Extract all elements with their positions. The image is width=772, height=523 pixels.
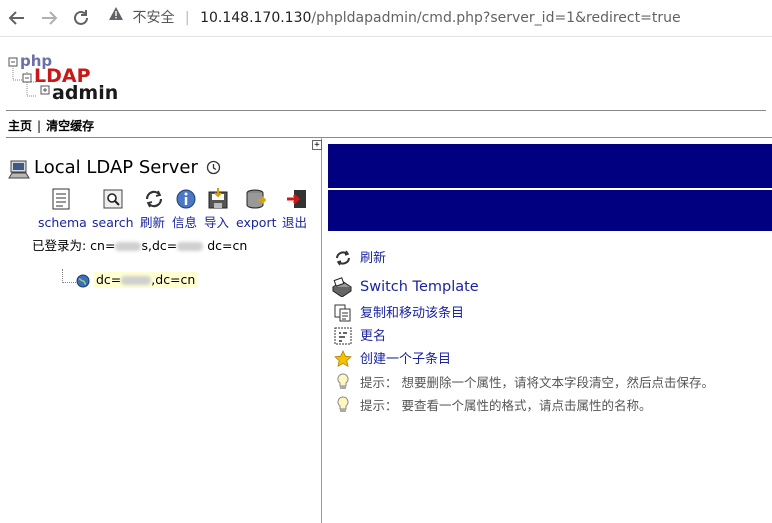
server-name: Local LDAP Server [34,157,198,178]
hint-attribute-format-label: 提示： 要查看一个属性的格式，请点击属性的名称。 [360,398,652,413]
tree-connector [62,269,76,283]
warning-icon [108,6,124,30]
svg-text:admin: admin [52,82,118,104]
url-separator: | [184,10,190,26]
clock-icon[interactable] [206,160,221,175]
action-rename-label: 更名 [360,329,387,344]
redacted-text [177,242,204,251]
toolbar-logout[interactable]: 退出 [282,188,312,232]
logout-icon [286,188,308,210]
toolbar-export[interactable]: export [236,188,278,232]
tree-item-label[interactable]: dc= ,dc=cn [94,272,198,288]
entry-subtitle-bar [328,190,772,231]
forward-arrow-icon[interactable] [38,7,60,29]
redacted-text [115,242,142,251]
action-create-child-label: 创建一个子条目 [360,352,452,367]
url-field[interactable]: 不安全 | 10.148.170.130/phpldapadmin/cmd.ph… [108,6,681,30]
redacted-text [121,276,152,285]
toolbar-export-label: export [236,215,277,230]
action-copy-move-label: 复制和移动该条目 [360,306,465,321]
header-divider-top [6,110,766,112]
expand-panel-button[interactable]: + [312,140,322,150]
import-icon [207,188,229,210]
toolbar-schema[interactable]: schema [36,188,87,232]
menu-separator: | [37,119,42,133]
top-menu: 主页 | 清空缓存 [8,117,94,134]
toolbar-import[interactable]: 导入 [204,188,232,232]
star-icon [334,350,352,368]
toolbar-refresh[interactable]: 刷新 [140,188,168,232]
lightbulb-icon [334,396,352,414]
switch-template-icon [331,277,353,298]
refresh-icon [334,249,352,267]
logged-in-mid1: s,dc= [141,238,178,253]
url-path: /phpldapadmin/cmd.php?server_id=1&redire… [311,10,681,26]
copy-move-icon [334,304,352,322]
entry-detail-panel: 刷新 Switch Template 复制和移动该条目 更名 创建一个子条目 提… [328,144,772,523]
toolbar-info[interactable]: 信息 [172,188,200,232]
logged-in-as: 已登录为: cn= s,dc= dc=cn [32,235,247,254]
toolbar-search[interactable]: search [92,188,134,232]
schema-icon [50,188,72,210]
reload-icon[interactable] [70,7,92,29]
tree-item-prefix: dc= [96,272,122,287]
home-link[interactable]: 主页 [8,119,32,133]
back-arrow-icon[interactable] [6,7,28,29]
server-computer-icon [8,158,30,180]
action-switch-template-label: Switch Template [360,279,479,295]
toolbar-refresh-label: 刷新 [140,215,166,230]
logged-in-prefix: 已登录为: cn= [32,238,116,253]
action-refresh-label: 刷新 [360,251,387,266]
globe-icon [76,273,90,288]
clear-cache-link[interactable]: 清空缓存 [46,119,94,133]
phpldapadmin-logo[interactable]: php LDAP admin [8,52,118,104]
refresh-icon [143,188,165,210]
export-icon [244,188,267,210]
server-tree-panel: + Local LDAP Server schema search 刷新 信息 … [6,138,322,523]
tree-item-suffix: ,dc=cn [151,272,196,287]
toolbar-search-label: search [92,215,134,230]
toolbar-info-label: 信息 [172,215,198,230]
insecure-label: 不安全 [132,10,175,26]
toolbar-import-label: 导入 [204,215,230,230]
lightbulb-icon [334,373,352,391]
toolbar-logout-label: 退出 [282,215,308,230]
info-icon [175,188,197,210]
hint-delete-attribute-label: 提示： 想要删除一个属性，请将文本字段清空，然后点击保存。 [360,375,714,390]
logged-in-mid2: dc=cn [207,238,248,253]
toolbar-schema-label: schema [38,215,87,230]
url-host: 10.148.170.130 [200,10,312,26]
rename-icon [334,327,352,345]
entry-title-bar [328,144,772,188]
search-icon [102,188,124,210]
browser-address-bar: 不安全 | 10.148.170.130/phpldapadmin/cmd.ph… [0,0,772,37]
